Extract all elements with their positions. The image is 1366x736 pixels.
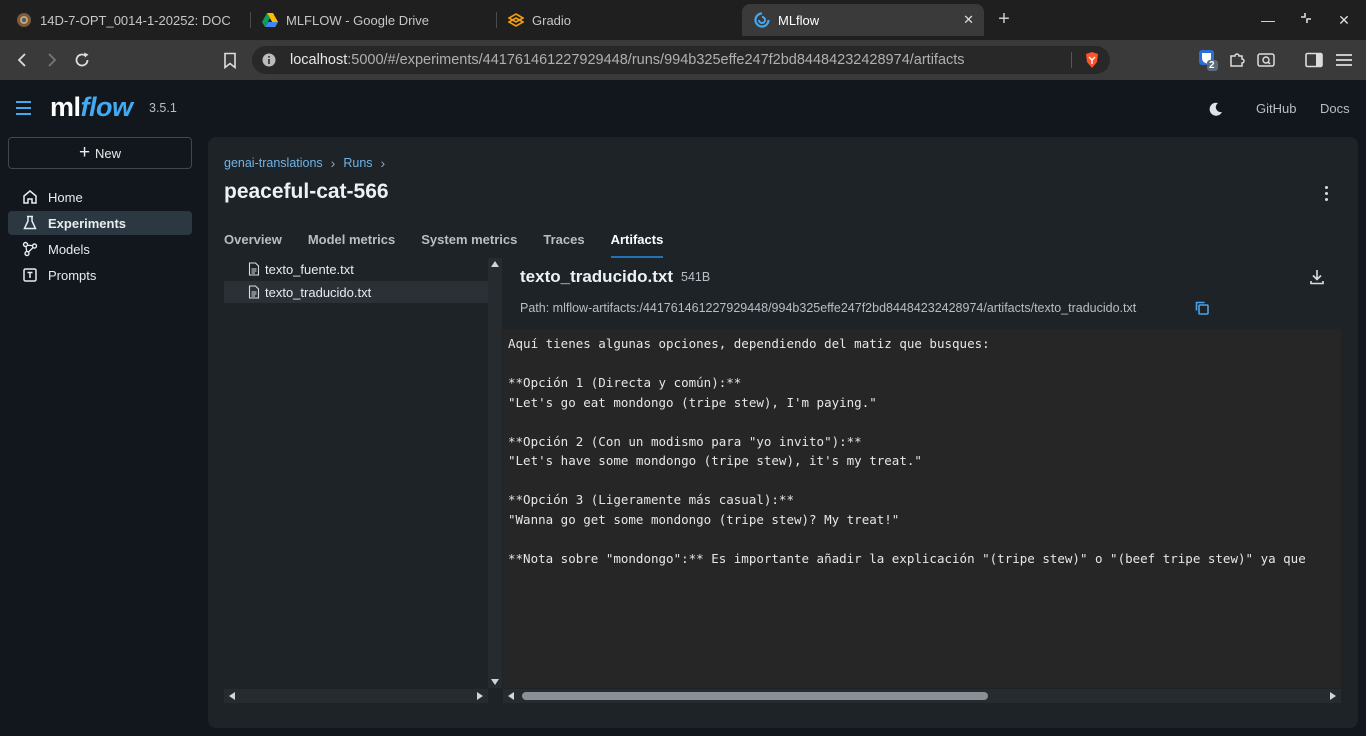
sidebar-toggle-icon[interactable] xyxy=(1304,50,1324,70)
sidebar-item-experiments[interactable]: Experiments xyxy=(8,211,192,235)
artifact-file-tree: texto_fuente.txt texto_traducido.txt xyxy=(224,258,488,688)
github-link[interactable]: GitHub xyxy=(1256,101,1296,116)
run-tabs: Overview Model metrics System metrics Tr… xyxy=(224,232,689,258)
sidebar-item-label: Home xyxy=(48,189,83,205)
download-icon[interactable] xyxy=(1308,268,1326,291)
url-host: localhost xyxy=(290,52,348,68)
new-button-label: New xyxy=(95,145,122,161)
home-icon xyxy=(23,190,37,204)
tab-system-metrics[interactable]: System metrics xyxy=(421,232,517,258)
chevron-right-icon: › xyxy=(380,155,386,171)
viewer-horizontal-scrollbar[interactable] xyxy=(503,689,1341,703)
tab-artifacts[interactable]: Artifacts xyxy=(610,232,664,258)
tree-horizontal-scrollbar[interactable] xyxy=(224,689,488,703)
browser-tab-2[interactable]: MLFLOW - Google Drive xyxy=(250,6,496,34)
minimize-icon[interactable]: — xyxy=(1258,10,1278,30)
logo-flow: flow xyxy=(80,92,134,122)
page-title: peaceful-cat-566 xyxy=(224,180,389,203)
tab-overview[interactable]: Overview xyxy=(224,232,282,258)
browser-tab-label: MLFLOW - Google Drive xyxy=(286,12,430,28)
browser-tab-label: MLflow xyxy=(778,12,820,28)
search-tabs-icon[interactable] xyxy=(1256,50,1276,70)
bookmark-icon[interactable] xyxy=(220,50,240,70)
beaker-icon xyxy=(23,215,37,230)
browser-tab-active[interactable]: MLflow ✕ xyxy=(742,4,984,36)
tab-model-metrics[interactable]: Model metrics xyxy=(308,232,395,258)
breadcrumb-experiment-link[interactable]: genai-translations xyxy=(224,156,323,170)
tab-traces[interactable]: Traces xyxy=(543,232,584,258)
scrollbar-thumb[interactable] xyxy=(522,692,988,700)
sidebar-item-label: Prompts xyxy=(48,267,97,283)
file-tree-item[interactable]: texto_fuente.txt xyxy=(224,258,488,280)
gradio-icon xyxy=(508,13,524,27)
site-info-icon[interactable] xyxy=(262,53,276,67)
file-tree-item-selected[interactable]: texto_traducido.txt xyxy=(224,281,488,303)
new-button[interactable]: + New xyxy=(8,137,192,169)
reload-icon[interactable] xyxy=(72,50,92,70)
docs-link[interactable]: Docs xyxy=(1320,101,1350,116)
extensions-puzzle-icon[interactable] xyxy=(1227,50,1247,70)
close-tab-icon[interactable]: ✕ xyxy=(963,12,974,28)
url-path: :5000/#/experiments/441761461227929448/r… xyxy=(347,52,965,68)
chevron-right-icon: › xyxy=(330,155,336,171)
copy-icon[interactable] xyxy=(1194,300,1210,321)
scroll-right-icon[interactable] xyxy=(477,692,483,700)
artifact-path: Path: mlflow-artifacts:/4417614612279294… xyxy=(520,301,1137,315)
file-name: texto_traducido.txt xyxy=(265,284,372,300)
browser-menu-icon[interactable] xyxy=(1334,50,1354,70)
scroll-down-icon[interactable] xyxy=(491,679,499,685)
browser-tab-label: Gradio xyxy=(532,12,572,28)
sidebar-item-models[interactable]: Models xyxy=(8,237,192,261)
tree-vertical-scrollbar[interactable] xyxy=(488,258,502,688)
prompt-icon xyxy=(23,268,37,282)
breadcrumb-runs-link[interactable]: Runs xyxy=(343,156,372,170)
app-header xyxy=(0,80,1366,136)
more-options-icon[interactable] xyxy=(1316,182,1336,204)
file-icon xyxy=(248,262,260,276)
url-text: localhost:5000/#/experiments/44176146122… xyxy=(290,52,965,68)
mlflow-logo[interactable]: mlflow xyxy=(50,92,133,123)
sidebar-item-home[interactable]: Home xyxy=(8,185,192,209)
artifact-file-size: 541B xyxy=(681,270,711,284)
artifact-file-title: texto_traducido.txt xyxy=(520,267,674,286)
version-label: 3.5.1 xyxy=(149,101,177,115)
sidebar-item-label: Experiments xyxy=(48,215,127,231)
back-icon[interactable] xyxy=(12,50,32,70)
browser-tab-label: 14D-7-OPT_0014-1-20252: DOC xyxy=(40,12,231,28)
logo-ml: ml xyxy=(50,92,81,122)
breadcrumb: genai-translations › Runs › xyxy=(224,155,393,171)
omnibox-divider xyxy=(1071,52,1072,68)
browser-tab-1[interactable]: 14D-7-OPT_0014-1-20252: DOC xyxy=(4,6,250,34)
new-tab-button[interactable]: + xyxy=(994,9,1014,29)
close-window-icon[interactable]: ✕ xyxy=(1334,10,1354,30)
scroll-left-icon[interactable] xyxy=(508,692,514,700)
browser-tab-3[interactable]: Gradio xyxy=(496,6,742,34)
scroll-left-icon[interactable] xyxy=(229,692,235,700)
seal-icon xyxy=(17,13,31,27)
artifact-text-viewer[interactable]: Aquí tienes algunas opciones, dependiend… xyxy=(503,329,1341,688)
sidebar-item-label: Models xyxy=(48,241,90,257)
scroll-right-icon[interactable] xyxy=(1330,692,1336,700)
dark-mode-toggle-icon[interactable] xyxy=(1208,101,1224,122)
brave-shield-icon[interactable] xyxy=(1084,51,1100,69)
google-drive-icon xyxy=(262,13,278,27)
plus-icon: + xyxy=(78,142,91,163)
address-bar[interactable]: localhost:5000/#/experiments/44176146122… xyxy=(252,46,1110,74)
sidebar-item-prompts[interactable]: Prompts xyxy=(8,263,192,287)
scroll-up-icon[interactable] xyxy=(491,261,499,267)
artifact-text-content: Aquí tienes algunas opciones, dependiend… xyxy=(508,336,1306,566)
forward-icon[interactable] xyxy=(42,50,62,70)
extension-badge: 2 xyxy=(1209,60,1215,71)
file-icon xyxy=(248,285,260,299)
restore-icon[interactable] xyxy=(1296,10,1316,30)
bitwarden-extension-icon[interactable]: 2 xyxy=(1198,50,1218,71)
hamburger-menu-icon[interactable] xyxy=(14,100,34,121)
file-name: texto_fuente.txt xyxy=(265,261,354,277)
models-icon xyxy=(22,241,38,257)
mlflow-favicon-icon xyxy=(754,12,770,28)
